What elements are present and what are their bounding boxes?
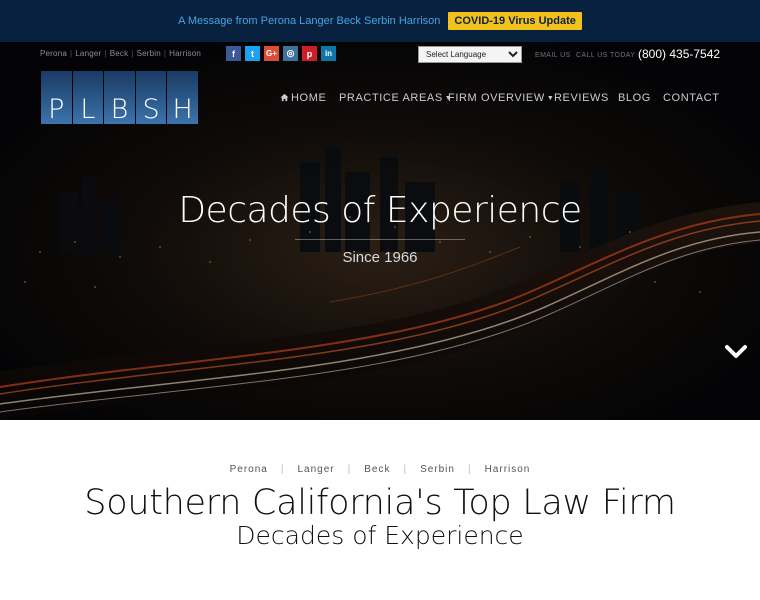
facebook-icon[interactable]: f (226, 46, 241, 61)
header-partner-names: Perona | Langer | Beck | Serbin | Harrison (37, 49, 204, 58)
phone-number-link[interactable]: (800) 435-7542 (638, 47, 720, 61)
hero-title: Decades of Experience (178, 190, 582, 231)
announcement-message[interactable]: A Message from Perona Langer Beck Serbin… (178, 15, 440, 27)
logo-letter: B (104, 71, 135, 124)
hero-subtitle: Since 1966 (342, 249, 418, 266)
partner-name: Langer (297, 464, 335, 475)
linkedin-icon[interactable]: in (321, 46, 336, 61)
google-plus-icon[interactable]: G+ (264, 46, 279, 61)
logo-letter: S (135, 71, 167, 124)
pinterest-icon[interactable]: p (302, 46, 317, 61)
partner-name[interactable]: Harrison (166, 49, 204, 58)
page-title: Southern California's Top Law Firm (84, 483, 676, 523)
call-us-label: CALL US TODAY (576, 52, 636, 59)
covid-update-button[interactable]: COVID-19 Virus Update (448, 12, 582, 30)
home-icon (280, 93, 289, 102)
announcement-bar: A Message from Perona Langer Beck Serbin… (0, 0, 760, 42)
twitter-icon[interactable]: t (245, 46, 260, 61)
email-us-link[interactable]: EMAIL US (535, 52, 571, 59)
language-select[interactable]: Select Language (418, 46, 522, 63)
nav-practice-areas[interactable]: PRACTICE AREAS ▼ (339, 92, 452, 104)
logo-letter: L (72, 71, 104, 124)
hero-divider (295, 239, 465, 240)
firm-logo[interactable]: P L B S H (41, 71, 198, 124)
social-links: f t G+ ◎ p in (226, 46, 336, 61)
nav-firm-overview-label: FIRM OVERVIEW (448, 92, 545, 104)
partner-name: Serbin (420, 464, 455, 475)
nav-home-label: HOME (291, 92, 327, 104)
logo-letter: H (167, 71, 198, 124)
instagram-icon[interactable]: ◎ (283, 46, 298, 61)
partner-name[interactable]: Perona (37, 49, 70, 58)
partner-name: Harrison (484, 464, 531, 475)
partner-name[interactable]: Beck (107, 49, 132, 58)
partner-name[interactable]: Langer (72, 49, 104, 58)
partner-name[interactable]: Serbin (134, 49, 164, 58)
page-subtitle: Decades of Experience (236, 521, 524, 550)
scroll-down-chevron-icon[interactable] (725, 344, 747, 360)
nav-firm-overview[interactable]: FIRM OVERVIEW ▼ (448, 92, 554, 104)
intro-partner-names: Perona | Langer | Beck | Serbin | Harrison (0, 464, 760, 475)
nav-home[interactable]: HOME (280, 92, 326, 104)
partner-name: Perona (229, 464, 268, 475)
nav-blog[interactable]: BLOG (618, 92, 651, 104)
logo-letter: P (41, 71, 72, 124)
nav-practice-areas-label: PRACTICE AREAS (339, 92, 443, 104)
nav-contact[interactable]: CONTACT (663, 92, 720, 104)
partner-name: Beck (364, 464, 391, 475)
nav-reviews[interactable]: REVIEWS (554, 92, 609, 104)
